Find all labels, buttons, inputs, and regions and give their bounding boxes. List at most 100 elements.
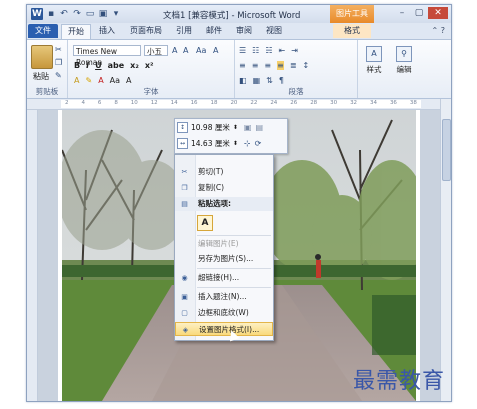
sort-icon[interactable]: ⇅ bbox=[266, 76, 273, 85]
scissors-icon: ✂ bbox=[181, 168, 188, 176]
styles-button[interactable]: A 样式 bbox=[363, 46, 385, 84]
copy-icon[interactable]: ❐ bbox=[55, 58, 62, 67]
font-color-icon[interactable]: A bbox=[98, 76, 103, 85]
context-menu: ✂ 剪切(T) ❐ 复制(C) ▤ 粘贴选项: A 编辑图片(E) 另存为图片(… bbox=[174, 154, 274, 341]
caption-icon: ▣ bbox=[181, 293, 188, 301]
ribbon-tabs: 文件 开始 插入 页面布局 引用 邮件 审阅 视图 格式 ⌃ ? bbox=[27, 23, 451, 40]
height-spinner-icon[interactable]: ⬍ bbox=[233, 124, 238, 131]
window-controls: – ▢ ✕ bbox=[393, 7, 448, 19]
line-spacing-icon[interactable]: ↕ bbox=[303, 61, 310, 70]
font-size-field[interactable]: 小五 bbox=[144, 45, 168, 56]
font-color-row: A ✎ A Aa A bbox=[74, 76, 138, 85]
clear-format-icon[interactable]: A bbox=[213, 46, 218, 55]
quick-access-toolbar: W ▪ ↶ ↷ ▭ ▣ ▾ bbox=[31, 7, 124, 20]
menu-item-edit-picture: 编辑图片(E) bbox=[198, 239, 239, 248]
menu-item-insert-caption[interactable]: ▣ 插入题注(N)... bbox=[175, 290, 273, 304]
cut-icon[interactable]: ✂ bbox=[55, 45, 62, 54]
highlight-icon[interactable]: ✎ bbox=[85, 76, 92, 85]
shrink-font-icon[interactable]: A bbox=[183, 46, 188, 55]
format-painter-icon[interactable]: ✎ bbox=[55, 71, 62, 80]
tab-file[interactable]: 文件 bbox=[28, 24, 58, 38]
distributed-icon[interactable]: ≣ bbox=[290, 61, 297, 70]
decrease-indent-icon[interactable]: ⇤ bbox=[279, 46, 286, 55]
send-back-icon[interactable]: ▤ bbox=[255, 123, 263, 132]
folder-icon[interactable]: ▣ bbox=[98, 9, 108, 19]
save-icon[interactable]: ▪ bbox=[46, 9, 56, 19]
font-name-field[interactable]: Times New Roman bbox=[73, 45, 141, 67]
menu-separator bbox=[197, 287, 271, 288]
align-right-icon[interactable]: ≡ bbox=[264, 61, 271, 70]
border-icon: ▢ bbox=[181, 309, 188, 317]
tab-insert[interactable]: 插入 bbox=[93, 24, 121, 38]
tab-mailings[interactable]: 邮件 bbox=[201, 24, 227, 38]
width-spinner-icon[interactable]: ⬍ bbox=[233, 140, 238, 147]
char-scale-icon[interactable]: Aa bbox=[110, 76, 120, 85]
menu-item-save-as-picture[interactable]: 另存为图片(S)... bbox=[175, 252, 273, 266]
borders-icon[interactable]: ▦ bbox=[253, 76, 261, 85]
editing-button[interactable]: ⚲ 编辑 bbox=[393, 46, 415, 84]
undo-icon[interactable]: ↶ bbox=[59, 9, 69, 19]
bullets-icon[interactable]: ☰ bbox=[239, 46, 246, 55]
rotate-icon[interactable]: ⟳ bbox=[255, 139, 262, 148]
title-bar: W ▪ ↶ ↷ ▭ ▣ ▾ 文档1 [兼容模式] - Microsoft Wor… bbox=[27, 5, 451, 23]
tab-view[interactable]: 视图 bbox=[261, 24, 287, 38]
vertical-scrollbar[interactable] bbox=[440, 99, 451, 401]
window-title: 文档1 [兼容模式] - Microsoft Word bbox=[163, 11, 301, 21]
align-center-icon[interactable]: ≡ bbox=[252, 61, 259, 70]
tab-review[interactable]: 审阅 bbox=[231, 24, 257, 38]
paragraph-row-2: ≡ ≡ ≡ ≡ ≣ ↕ bbox=[239, 61, 315, 70]
menu-item-wrap-text[interactable]: ▢ 边框和底纹(W) bbox=[175, 306, 273, 320]
menu-item-copy[interactable]: ❐ 复制(C) bbox=[175, 181, 273, 195]
customize-chevron-icon[interactable]: ▾ bbox=[111, 9, 121, 19]
tab-format[interactable]: 格式 bbox=[333, 24, 371, 38]
maximize-icon[interactable]: ▢ bbox=[411, 7, 427, 19]
bold-icon[interactable]: B bbox=[74, 61, 80, 70]
find-icon: ⚲ bbox=[396, 46, 412, 62]
align-left-icon[interactable]: ≡ bbox=[239, 61, 246, 70]
justify-icon[interactable]: ≡ bbox=[277, 61, 284, 70]
menu-separator bbox=[197, 268, 271, 269]
paragraph-group-label: 段落 bbox=[288, 87, 304, 96]
subscript-icon[interactable]: x₂ bbox=[130, 61, 139, 70]
multilevel-icon[interactable]: ☵ bbox=[265, 46, 272, 55]
copy-icon: ❐ bbox=[181, 184, 188, 192]
superscript-icon[interactable]: x² bbox=[145, 61, 154, 70]
height-field[interactable]: 10.98 厘米 bbox=[191, 122, 230, 133]
menu-item-format-picture[interactable]: ◈ 设置图片格式(I)... bbox=[175, 322, 273, 336]
styles-icon: A bbox=[366, 46, 382, 62]
word-logo-icon[interactable]: W bbox=[31, 7, 43, 20]
scrollbar-thumb[interactable] bbox=[442, 119, 451, 181]
width-field[interactable]: 14.63 厘米 bbox=[191, 138, 230, 149]
italic-icon[interactable]: I bbox=[86, 61, 89, 70]
underline-icon[interactable]: U bbox=[95, 61, 102, 70]
bring-front-icon[interactable]: ▣ bbox=[244, 123, 252, 132]
tab-home[interactable]: 开始 bbox=[61, 24, 91, 39]
text-effects-icon[interactable]: A bbox=[74, 76, 79, 85]
numbering-icon[interactable]: ☷ bbox=[252, 46, 259, 55]
show-marks-icon[interactable]: ¶ bbox=[279, 76, 284, 85]
paragraph-group: ☰ ☷ ☵ ⇤ ⇥ ≡ ≡ ≡ ≡ ≣ ↕ ◧ ▦ ⇅ ¶ 段落 bbox=[235, 40, 358, 98]
crop-icon[interactable]: ⊹ bbox=[244, 139, 251, 148]
tab-page-layout[interactable]: 页面布局 bbox=[125, 24, 167, 38]
paste-keep-text-icon[interactable]: A bbox=[197, 215, 213, 231]
tab-references[interactable]: 引用 bbox=[171, 24, 197, 38]
minimize-ribbon-icon[interactable]: ⌃ bbox=[432, 26, 439, 35]
redo-icon[interactable]: ↷ bbox=[72, 9, 82, 19]
char-border-icon[interactable]: A bbox=[126, 76, 131, 85]
strikethrough-icon[interactable]: abe bbox=[108, 61, 125, 70]
change-case-icon[interactable]: Aa bbox=[196, 46, 206, 55]
menu-item-hyperlink[interactable]: ◉ 超链接(H)... bbox=[175, 271, 273, 285]
grow-font-icon[interactable]: A bbox=[172, 46, 177, 55]
open-icon[interactable]: ▭ bbox=[85, 9, 95, 19]
ruler-ticks: 2 4 6 8 10 12 14 16 18 20 22 24 26 28 30… bbox=[65, 100, 417, 106]
help-icon[interactable]: ? bbox=[441, 26, 445, 35]
minimize-icon[interactable]: – bbox=[394, 7, 410, 19]
globe-link-icon: ◉ bbox=[181, 274, 188, 282]
close-icon[interactable]: ✕ bbox=[428, 7, 448, 19]
shading-icon[interactable]: ◧ bbox=[239, 76, 247, 85]
increase-indent-icon[interactable]: ⇥ bbox=[291, 46, 298, 55]
menu-item-cut[interactable]: ✂ 剪切(T) bbox=[175, 165, 273, 179]
paste-button-label[interactable]: 粘贴 bbox=[33, 71, 49, 82]
width-row: ↔ 14.63 厘米 ⬍ ⊹ ⟳ bbox=[177, 138, 261, 149]
paste-icon[interactable] bbox=[31, 45, 53, 69]
